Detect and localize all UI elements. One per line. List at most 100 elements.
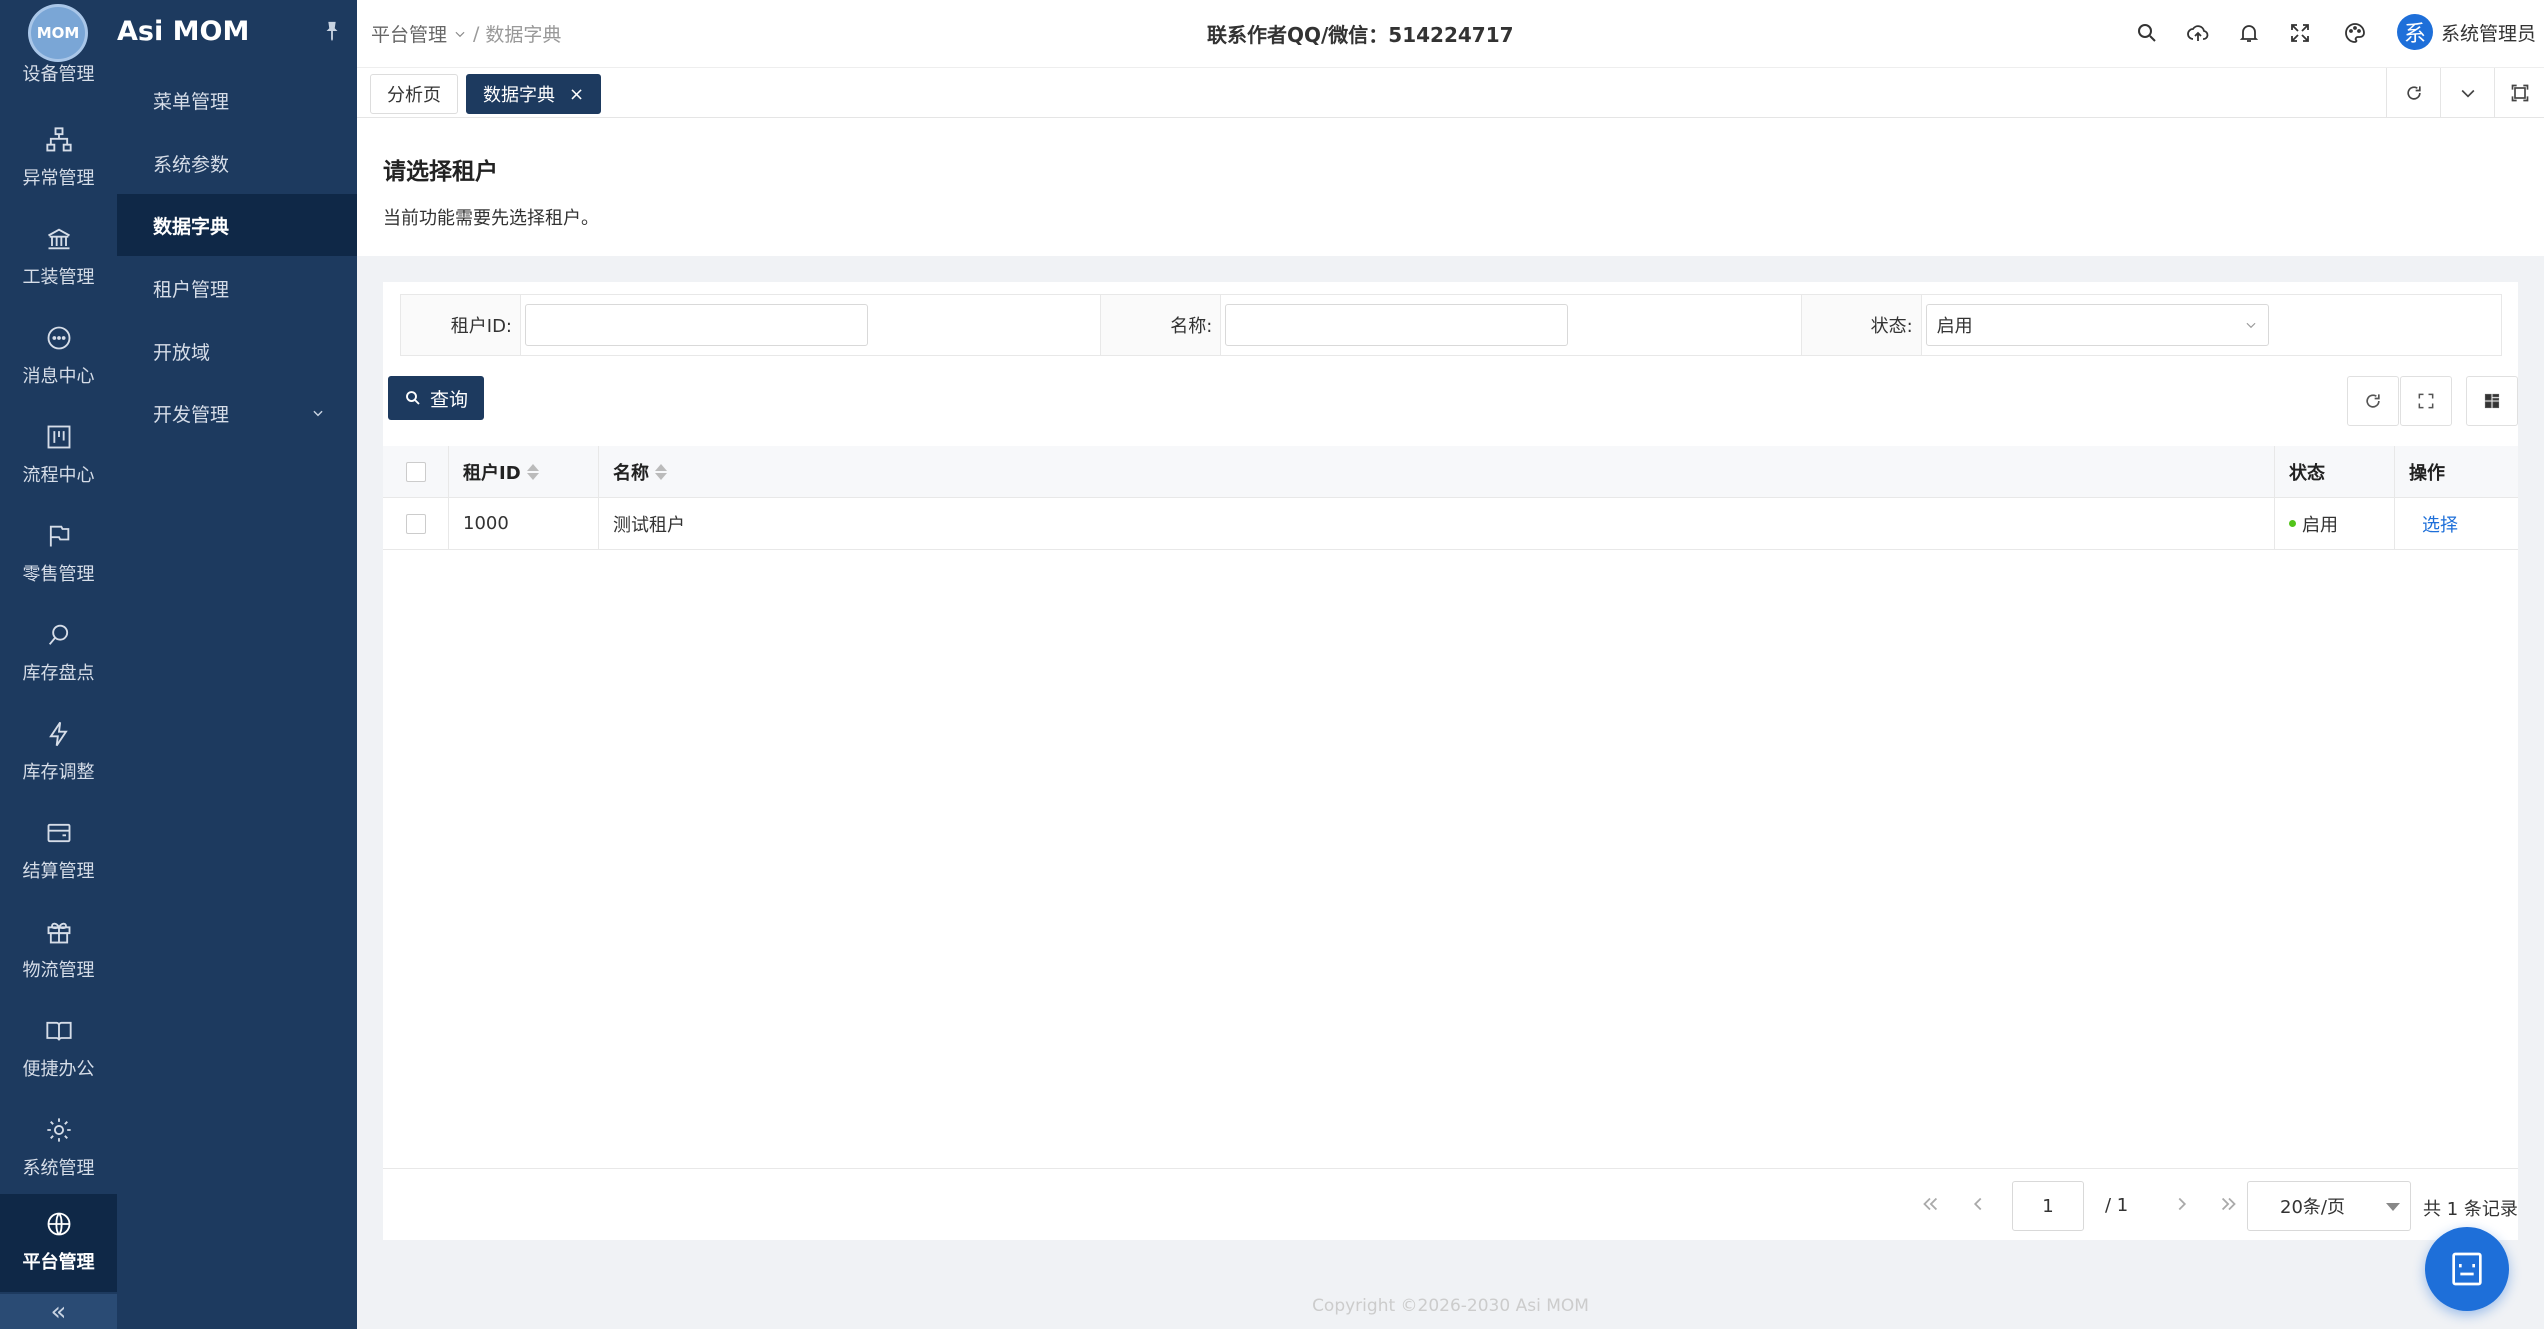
filter-tenant-id: 租户ID:	[401, 295, 1102, 355]
reload-table-button[interactable]	[2347, 376, 2399, 426]
icon-rail: MOM 设备管理 异常管理 工装管理 消息中心 流程中心 零售管理 库存盘点 库…	[0, 0, 117, 1329]
menu-item-label: 开放域	[153, 341, 211, 364]
refresh-tab-button[interactable]	[2386, 68, 2440, 118]
status-select[interactable]: 启用	[1925, 304, 2269, 346]
user-menu[interactable]: 系 系统管理员	[2397, 14, 2536, 50]
menu-item-tenants[interactable]: 租户管理	[117, 257, 357, 319]
name-input[interactable]	[1225, 304, 1569, 346]
rail-item-retail[interactable]: 零售管理	[0, 506, 117, 604]
rail-item-settlement[interactable]: 结算管理	[0, 803, 117, 901]
row-checkbox[interactable]	[405, 513, 426, 534]
rail-item-label: 系统管理	[22, 1158, 95, 1179]
flow-icon	[47, 425, 70, 449]
bank-icon	[47, 228, 70, 250]
chevron-left-icon	[1973, 1197, 1982, 1211]
status-badge: 启用	[2302, 514, 2338, 536]
chevron-right-icon	[2178, 1197, 2187, 1211]
collapse-sidebar-button[interactable]: «	[0, 1294, 117, 1329]
robot-icon	[2452, 1252, 2482, 1286]
double-chevron-left-icon	[1923, 1197, 1938, 1211]
app-logo: MOM	[28, 4, 88, 62]
fullscreen-icon	[2418, 393, 2434, 409]
chevron-down-icon	[2246, 322, 2256, 329]
rail-item-office[interactable]: 便捷办公	[0, 1001, 117, 1099]
header-name[interactable]: 名称	[599, 446, 2275, 497]
filter-name: 名称:	[1101, 295, 1802, 355]
tenant-table: 租户ID 名称 状态 操作 1000 测试租户 启用 选择	[383, 446, 2518, 550]
rail-item-inventory-check[interactable]: 库存盘点	[0, 605, 117, 703]
close-icon[interactable]: ×	[569, 84, 584, 105]
upload-button[interactable]	[2183, 18, 2213, 48]
rail-item-flow[interactable]: 流程中心	[0, 407, 117, 505]
double-chevron-right-icon	[2221, 1197, 2236, 1211]
tab-analysis[interactable]: 分析页	[370, 74, 458, 114]
header-search-button[interactable]	[2132, 18, 2162, 48]
query-button[interactable]: 查询	[388, 376, 485, 420]
tab-dictionary[interactable]: 数据字典 ×	[466, 74, 602, 114]
sort-icon[interactable]	[655, 463, 667, 480]
brand-header: Asi MOM	[117, 0, 357, 64]
assistant-button[interactable]	[2425, 1227, 2509, 1311]
rail-item-device[interactable]: 设备管理	[0, 60, 117, 98]
rail-item-label: 库存调整	[22, 762, 95, 783]
chevron-down-icon	[455, 31, 465, 37]
select-tenant-link[interactable]: 选择	[2422, 511, 2458, 537]
fullscreen-button[interactable]	[2285, 18, 2315, 48]
menu-item-dictionary[interactable]: 数据字典	[117, 194, 357, 256]
rail-item-exception[interactable]: 异常管理	[0, 110, 117, 208]
refresh-icon	[2366, 394, 2380, 408]
secondary-menu: Asi MOM 菜单管理 系统参数 数据字典 租户管理 开放域 开发管理	[117, 0, 357, 1329]
palette-icon	[2345, 23, 2365, 43]
rail-item-system[interactable]: 系统管理	[0, 1100, 117, 1198]
table-header-row: 租户ID 名称 状态 操作	[383, 446, 2518, 498]
menu-item-menus[interactable]: 菜单管理	[117, 69, 357, 131]
pin-icon[interactable]	[321, 20, 343, 42]
column-settings-button[interactable]	[2466, 376, 2518, 426]
maximize-icon	[2511, 84, 2528, 102]
first-page-button[interactable]	[1915, 1189, 1945, 1219]
column-header-label: 名称	[613, 462, 649, 484]
tenant-panel: 租户ID: 名称: 状态: 启用 查询 租户ID 名称 状态 操作 1000 测…	[383, 282, 2518, 1240]
rail-item-label: 便捷办公	[22, 1059, 95, 1080]
menu-item-dev[interactable]: 开发管理	[117, 382, 357, 444]
prev-page-button[interactable]	[1963, 1189, 1993, 1219]
tenant-id-input[interactable]	[525, 304, 868, 346]
maximize-tab-button[interactable]	[2494, 68, 2544, 118]
rail-item-messages[interactable]: 消息中心	[0, 308, 117, 406]
breadcrumb-item: 数据字典	[485, 24, 562, 46]
rail-item-label: 设备管理	[22, 64, 95, 85]
cell-name: 测试租户	[599, 498, 2275, 549]
tenant-notice: 请选择租户 当前功能需要先选择租户。	[357, 118, 2544, 256]
page-number-input[interactable]: 1	[2012, 1181, 2084, 1231]
rail-item-platform[interactable]: 平台管理	[0, 1194, 117, 1292]
total-pages: / 1	[2105, 1195, 2129, 1216]
pagination: 1 / 1 20条/页 共 1 条记录	[383, 1168, 2518, 1240]
rail-item-tooling[interactable]: 工装管理	[0, 209, 117, 307]
theme-button[interactable]	[2340, 18, 2370, 48]
avatar: 系	[2397, 14, 2433, 50]
page-size-select[interactable]: 20条/页	[2247, 1181, 2411, 1231]
row-checkbox-cell	[383, 498, 449, 549]
tab-dropdown-button[interactable]	[2440, 68, 2494, 118]
table-fullscreen-button[interactable]	[2400, 376, 2452, 426]
next-page-button[interactable]	[2167, 1189, 2197, 1219]
select-all-checkbox[interactable]	[405, 461, 426, 482]
record-count: 共 1 条记录	[2423, 1199, 2518, 1220]
column-header-label: 租户ID	[463, 462, 521, 484]
header-checkbox-cell	[383, 446, 449, 497]
sort-icon[interactable]	[526, 463, 539, 480]
menu-item-params[interactable]: 系统参数	[117, 132, 357, 194]
status-label: 状态:	[1801, 295, 1922, 355]
rail-item-label: 工装管理	[22, 267, 95, 288]
header-tenant-id[interactable]: 租户ID	[449, 446, 599, 497]
table-row: 1000 测试租户 启用 选择	[383, 498, 2518, 550]
rail-item-inventory-adjust[interactable]: 库存调整	[0, 704, 117, 802]
rail-item-logistics[interactable]: 物流管理	[0, 902, 117, 1000]
contact-info: 联系作者QQ/微信：514224717	[1207, 23, 1514, 47]
notifications-button[interactable]	[2234, 18, 2264, 48]
last-page-button[interactable]	[2214, 1189, 2244, 1219]
notice-description: 当前功能需要先选择租户。	[383, 208, 599, 229]
copyright-footer: Copyright ©2026-2030 Asi MOM	[1312, 1296, 1589, 1316]
breadcrumb-item[interactable]: 平台管理	[371, 20, 447, 47]
menu-item-open-domain[interactable]: 开放域	[117, 320, 357, 382]
